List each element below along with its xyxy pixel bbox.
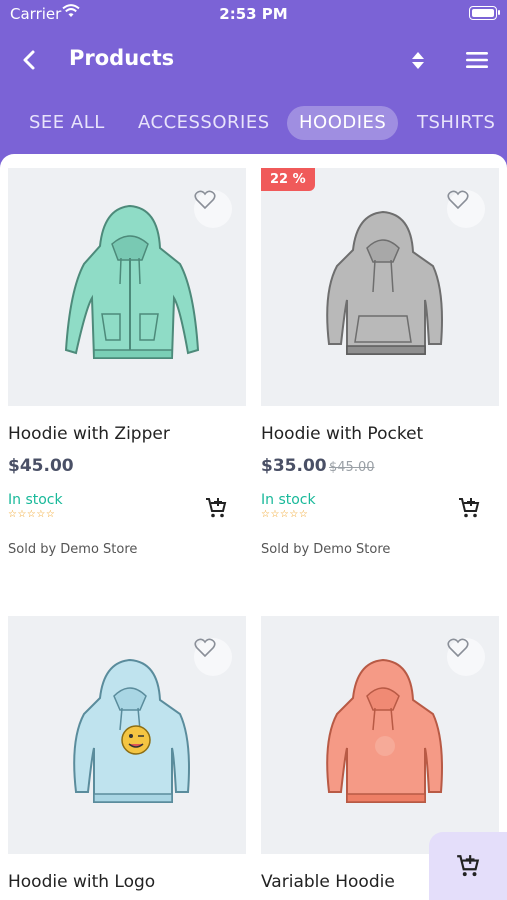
product-price: $35.00	[261, 456, 327, 476]
wishlist-button[interactable]	[447, 190, 485, 228]
seller-label: Sold by Demo Store	[261, 542, 391, 557]
heart-icon	[447, 190, 469, 210]
floating-cart-button[interactable]	[429, 832, 507, 900]
heart-icon	[194, 190, 216, 210]
rating-stars: ☆☆☆☆☆	[261, 509, 309, 520]
battery-icon	[469, 6, 500, 20]
sort-icon[interactable]	[406, 48, 430, 72]
original-price: $45.00	[329, 460, 375, 475]
chevron-left-icon[interactable]	[16, 46, 44, 74]
tab-see-all[interactable]: SEE ALL	[29, 106, 105, 140]
smiley-logo-icon	[121, 725, 151, 755]
hamburger-menu-icon[interactable]	[464, 48, 490, 72]
add-to-cart-icon	[457, 855, 480, 877]
wishlist-button[interactable]	[194, 638, 232, 676]
product-image[interactable]	[8, 616, 246, 854]
clock: 2:53 PM	[219, 5, 288, 23]
wishlist-button[interactable]	[447, 638, 485, 676]
page-title: Products	[69, 46, 175, 70]
rating-stars: ☆☆☆☆☆	[8, 509, 56, 520]
product-image[interactable]: 22 %	[261, 168, 499, 406]
discount-badge: 22 %	[261, 168, 315, 191]
navbar: Products	[0, 36, 507, 84]
tab-hoodies[interactable]: HOODIES	[287, 106, 399, 140]
product-name[interactable]: Hoodie with Logo	[8, 872, 155, 892]
product-name[interactable]: Hoodie with Pocket	[261, 424, 423, 444]
product-image[interactable]	[261, 616, 499, 854]
app-header: Carrier 2:53 PM Products SEE ALL ACCESSO…	[0, 0, 507, 170]
product-grid: Hoodie with Zipper $45.00 In stock ☆☆☆☆☆…	[0, 154, 507, 900]
seller-label: Sold by Demo Store	[8, 542, 138, 557]
wishlist-button[interactable]	[194, 190, 232, 228]
add-to-cart-icon[interactable]	[204, 496, 228, 520]
stock-status: In stock	[8, 492, 63, 508]
heart-icon	[447, 638, 469, 658]
product-price: $45.00	[8, 456, 74, 476]
tab-tshirts[interactable]: TSHIRTS	[417, 106, 495, 140]
status-bar: Carrier 2:53 PM	[0, 0, 507, 28]
add-to-cart-icon[interactable]	[457, 496, 481, 520]
product-name[interactable]: Variable Hoodie	[261, 872, 395, 892]
stock-status: In stock	[261, 492, 316, 508]
category-tabs: SEE ALL ACCESSORIES HOODIES TSHIRTS	[0, 106, 507, 142]
product-image[interactable]	[8, 168, 246, 406]
tab-accessories[interactable]: ACCESSORIES	[138, 106, 270, 140]
product-name[interactable]: Hoodie with Zipper	[8, 424, 170, 444]
heart-icon	[194, 638, 216, 658]
